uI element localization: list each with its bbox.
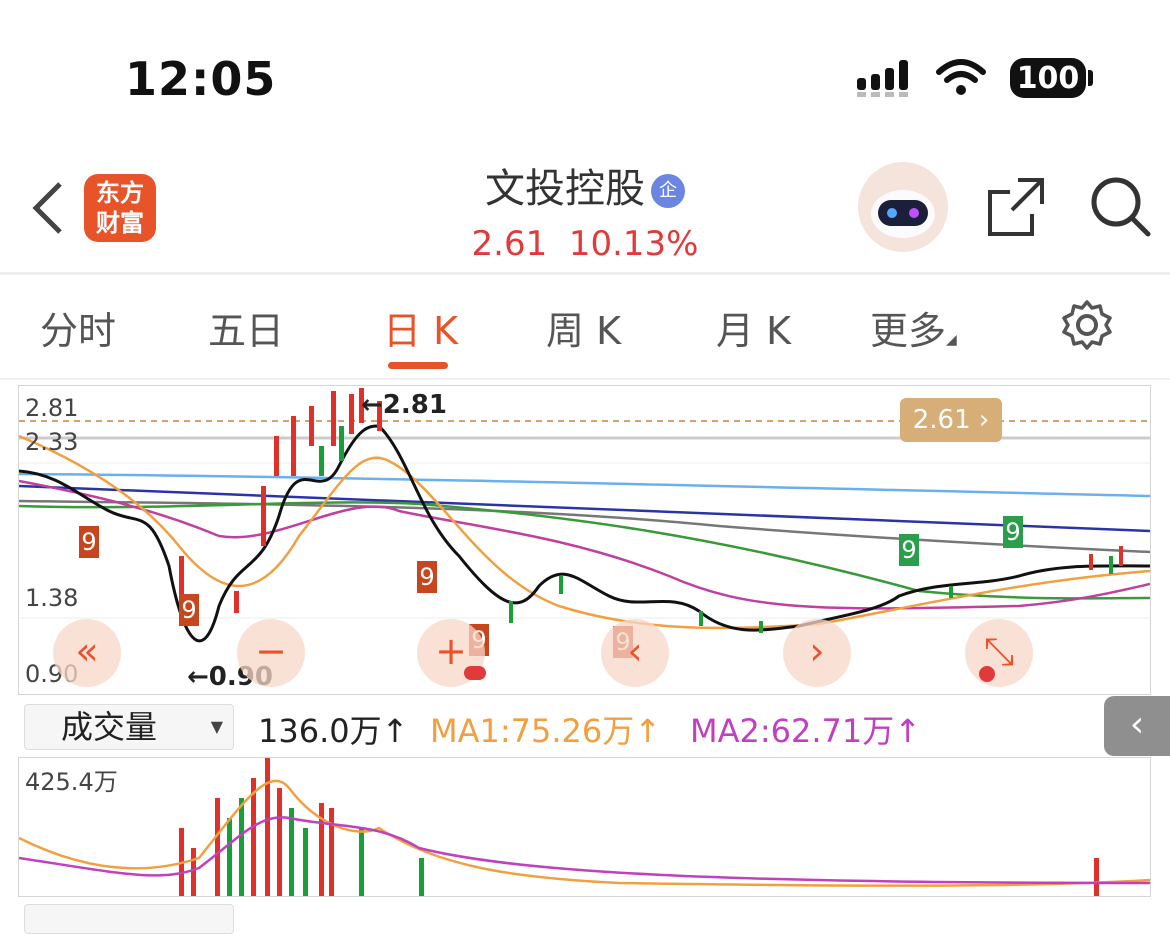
high-price-marker: ←2.81 <box>361 390 447 420</box>
robot-icon <box>871 190 935 238</box>
scroll-left-button[interactable]: « <box>53 619 121 687</box>
cellular-signal-icon <box>857 60 908 97</box>
tab-five-day[interactable]: 五日 <box>208 300 284 355</box>
tabs-separator <box>0 378 1170 380</box>
red-dot-indicator <box>464 666 486 680</box>
y-label-top: 2.81 <box>25 394 79 422</box>
volume-value-text: 136.0万 <box>258 712 382 750</box>
wifi-icon <box>936 59 986 95</box>
sequence-badge: 9 <box>899 534 919 566</box>
battery-indicator: 100 <box>1010 58 1086 98</box>
enterprise-badge: 企 <box>651 174 685 208</box>
indicator-selector-label: 成交量 <box>61 708 158 746</box>
last-price-value: 2.61 <box>912 405 971 435</box>
battery-tip <box>1088 70 1093 86</box>
indicator-selector-rsi[interactable] <box>24 904 234 934</box>
settings-gear-icon[interactable] <box>1060 298 1114 352</box>
tab-intraday[interactable]: 分时 <box>40 300 116 355</box>
volume-ma1: MA1:75.26万↑ <box>430 712 662 750</box>
red-dot-indicator <box>979 666 995 682</box>
scroll-next-button[interactable]: › <box>783 619 851 687</box>
volume-value: 136.0万↑ <box>258 712 409 750</box>
volume-bars-down <box>227 798 424 896</box>
active-tab-indicator <box>388 362 448 369</box>
ma-line-green <box>19 501 1150 600</box>
zoom-out-button[interactable]: − <box>237 619 305 687</box>
search-icon[interactable] <box>1088 174 1154 240</box>
volume-ma2-text: MA2:62.71万 <box>690 712 895 750</box>
high-price-value: 2.81 <box>382 390 447 420</box>
last-price-tag[interactable]: 2.61 › <box>900 398 1002 442</box>
volume-ma1-text: MA1:75.26万 <box>430 712 635 750</box>
stock-change: 10.13% <box>568 224 699 264</box>
status-time: 12:05 <box>125 52 277 106</box>
share-icon[interactable] <box>984 174 1050 240</box>
ma-line-magenta <box>19 479 1150 610</box>
tab-more-label: 更多 <box>870 309 947 353</box>
volume-y-max-label: 425.4万 <box>25 768 118 796</box>
tab-weekly-k[interactable]: 周 K <box>546 300 621 355</box>
collapse-panel-button[interactable]: ‹ <box>1104 696 1170 756</box>
sequence-badge: 9 <box>179 594 199 626</box>
caret-down-icon: ◢ <box>946 332 957 348</box>
volume-ma2-line <box>19 816 1150 885</box>
volume-ma2: MA2:62.71万↑ <box>690 712 922 750</box>
sequence-badge: 9 <box>79 526 99 558</box>
tab-monthly-k[interactable]: 月 K <box>716 300 791 355</box>
y-label-3: 1.38 <box>25 584 79 612</box>
tab-daily-k[interactable]: 日 K <box>383 300 458 355</box>
dropdown-arrow-icon: ▼ <box>210 717 223 736</box>
stock-price: 2.61 <box>471 224 548 264</box>
volume-bars-up <box>179 758 1099 896</box>
fullscreen-button[interactable]: ⤡ <box>965 619 1033 687</box>
header-separator <box>0 272 1170 275</box>
volume-chart[interactable]: 425.4万 <box>18 757 1151 897</box>
sequence-badge: 9 <box>417 561 437 593</box>
assistant-robot-avatar[interactable] <box>858 162 948 252</box>
kline-chart[interactable]: 2.81 2.33 1.38 0.90 ←2.81 ←0.90 9 9 9 9 … <box>18 385 1151 695</box>
tab-more[interactable]: 更多◢ <box>870 300 957 355</box>
stock-name: 文投控股 <box>485 166 645 212</box>
scroll-prev-button[interactable]: ‹ <box>601 619 669 687</box>
y-label-2: 2.33 <box>25 428 79 456</box>
indicator-selector-volume[interactable]: 成交量 ▼ <box>24 704 234 750</box>
sequence-badge: 9 <box>1003 516 1023 548</box>
volume-canvas <box>19 758 1150 896</box>
